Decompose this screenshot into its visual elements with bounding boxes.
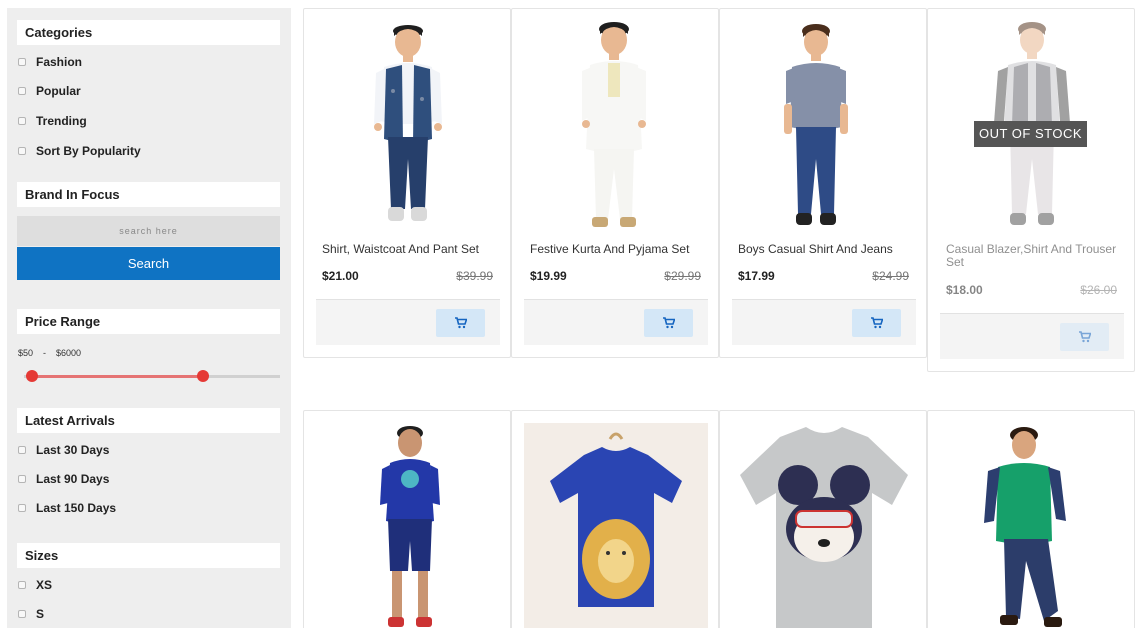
brand-search-input[interactable] bbox=[17, 216, 280, 246]
product-card[interactable]: Shirt, Waistcoat And Pant Set $21.00 $39… bbox=[303, 8, 511, 358]
cart-icon bbox=[454, 317, 467, 329]
product-old-price: $26.00 bbox=[1080, 283, 1117, 297]
filter-size-xs[interactable]: XS bbox=[18, 577, 52, 593]
checkbox[interactable] bbox=[18, 610, 26, 618]
filter-sidebar: Categories Fashion Popular Trending Sort… bbox=[7, 8, 291, 628]
cart-icon bbox=[662, 317, 675, 329]
checkbox[interactable] bbox=[18, 58, 26, 66]
card-action-bar bbox=[316, 299, 500, 345]
categories-heading: Categories bbox=[17, 20, 280, 45]
checkbox[interactable] bbox=[18, 475, 26, 483]
card-action-bar bbox=[940, 313, 1124, 359]
product-image[interactable] bbox=[720, 9, 926, 234]
price-slider-max-handle[interactable] bbox=[197, 370, 210, 382]
card-action-bar bbox=[732, 299, 916, 345]
product-image[interactable] bbox=[720, 411, 926, 628]
brand-heading: Brand In Focus bbox=[17, 182, 280, 207]
product-price: $19.99 bbox=[530, 269, 567, 283]
product-name[interactable]: Festive Kurta And Pyjama Set bbox=[530, 243, 710, 256]
product-image[interactable] bbox=[512, 9, 718, 234]
add-to-cart-button[interactable] bbox=[852, 309, 901, 337]
product-card[interactable]: Casual Blazer,Shirt And Trouser Set $18.… bbox=[927, 8, 1135, 372]
product-card[interactable] bbox=[511, 410, 719, 628]
price-range-values: $50 - $6000 bbox=[18, 348, 81, 358]
cart-icon bbox=[1078, 331, 1091, 343]
price-slider-fill bbox=[31, 375, 204, 378]
price-max: $6000 bbox=[56, 348, 82, 358]
product-card[interactable]: Festive Kurta And Pyjama Set $19.99 $29.… bbox=[511, 8, 719, 358]
product-image[interactable] bbox=[928, 411, 1134, 628]
product-old-price: $29.99 bbox=[664, 269, 701, 283]
filter-last-150-days[interactable]: Last 150 Days bbox=[18, 500, 116, 516]
price-heading: Price Range bbox=[17, 309, 280, 334]
checkbox[interactable] bbox=[18, 446, 26, 454]
cart-icon bbox=[870, 317, 883, 329]
product-card[interactable]: Boys Casual Shirt And Jeans $17.99 $24.9… bbox=[719, 8, 927, 358]
filter-size-s[interactable]: S bbox=[18, 606, 44, 622]
price-slider[interactable] bbox=[24, 370, 280, 382]
product-price: $18.00 bbox=[946, 283, 983, 297]
arrivals-heading: Latest Arrivals bbox=[17, 408, 280, 433]
filter-sort-by-popularity[interactable]: Sort By Popularity bbox=[18, 143, 141, 159]
product-old-price: $39.99 bbox=[456, 269, 493, 283]
filter-trending[interactable]: Trending bbox=[18, 113, 87, 129]
product-image[interactable] bbox=[304, 9, 510, 234]
product-image[interactable] bbox=[304, 411, 510, 628]
filter-popular[interactable]: Popular bbox=[18, 83, 81, 99]
add-to-cart-button[interactable] bbox=[1060, 323, 1109, 351]
checkbox[interactable] bbox=[18, 581, 26, 589]
search-button[interactable]: Search bbox=[17, 247, 280, 280]
product-price: $17.99 bbox=[738, 269, 775, 283]
product-name[interactable]: Shirt, Waistcoat And Pant Set bbox=[322, 243, 502, 256]
product-card[interactable] bbox=[719, 410, 927, 628]
price-min: $50 bbox=[18, 348, 34, 358]
product-card[interactable] bbox=[303, 410, 511, 628]
product-image[interactable] bbox=[512, 411, 718, 628]
price-separator: - bbox=[43, 348, 47, 358]
product-price: $21.00 bbox=[322, 269, 359, 283]
product-old-price: $24.99 bbox=[872, 269, 909, 283]
checkbox[interactable] bbox=[18, 504, 26, 512]
product-name[interactable]: Boys Casual Shirt And Jeans bbox=[738, 243, 918, 256]
add-to-cart-button[interactable] bbox=[644, 309, 693, 337]
checkbox[interactable] bbox=[18, 87, 26, 95]
price-slider-min-handle[interactable] bbox=[25, 370, 38, 382]
filter-last-90-days[interactable]: Last 90 Days bbox=[18, 471, 109, 487]
out-of-stock-badge: OUT OF STOCK bbox=[974, 121, 1087, 147]
add-to-cart-button[interactable] bbox=[436, 309, 485, 337]
card-action-bar bbox=[524, 299, 708, 345]
product-card[interactable] bbox=[927, 410, 1135, 628]
sizes-heading: Sizes bbox=[17, 543, 280, 568]
checkbox[interactable] bbox=[18, 117, 26, 125]
product-name[interactable]: Casual Blazer,Shirt And Trouser Set bbox=[946, 243, 1126, 269]
filter-fashion[interactable]: Fashion bbox=[18, 54, 82, 70]
checkbox[interactable] bbox=[18, 147, 26, 155]
filter-last-30-days[interactable]: Last 30 Days bbox=[18, 442, 109, 458]
